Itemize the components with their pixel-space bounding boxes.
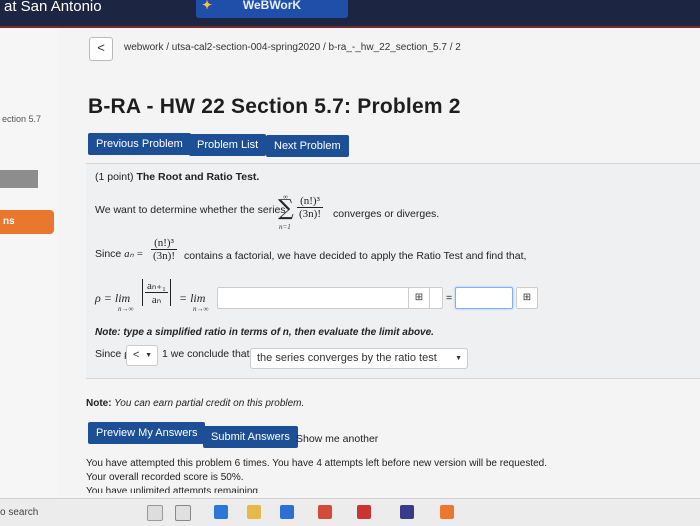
sigma-lower: n=1 bbox=[279, 223, 291, 231]
comparison-value: < bbox=[133, 349, 140, 361]
app-icon-2[interactable] bbox=[400, 505, 414, 519]
page-title: B-RA - HW 22 Section 5.7: Problem 2 bbox=[88, 95, 461, 118]
chevron-down-icon-2: ▼ bbox=[455, 355, 462, 362]
conclude-text: Since ρ bbox=[95, 348, 131, 360]
points-label: (1 point) bbox=[95, 171, 134, 183]
eq-lim: = lim bbox=[179, 291, 206, 305]
attempts-line-1: You have attempted this problem 6 times.… bbox=[86, 458, 548, 469]
series-denominator: (3n)! bbox=[299, 208, 321, 220]
left-sidebar: ection 5.7 ns bbox=[0, 28, 58, 498]
problem-heading: The Root and Ratio Test. bbox=[136, 171, 260, 183]
problem-box: (1 point) The Root and Ratio Test. We wa… bbox=[86, 163, 700, 379]
partial-note-text: You can earn partial credit on this prob… bbox=[114, 398, 305, 409]
equation-editor-icon[interactable]: ⊞ bbox=[408, 287, 430, 309]
partial-credit-note: Note: You can earn partial credit on thi… bbox=[86, 398, 304, 409]
conclude-mid-text: 1 we conclude that bbox=[162, 348, 250, 360]
equation-editor-icon-2[interactable]: ⊞ bbox=[516, 287, 538, 309]
lim-subscript-2: n→∞ bbox=[193, 305, 209, 313]
comparison-select[interactable]: < ▼ bbox=[126, 345, 158, 366]
university-name: at San Antonio bbox=[4, 0, 102, 15]
task-view-icon[interactable] bbox=[175, 505, 191, 521]
sidebar-item-gray[interactable] bbox=[0, 170, 38, 188]
series-numerator: (n!)³ bbox=[297, 195, 323, 208]
edge-icon[interactable] bbox=[214, 505, 228, 519]
simplify-note: Note: type a simplified ratio in terms o… bbox=[95, 327, 434, 338]
since-label: Since bbox=[95, 248, 122, 260]
equals-sign: = bbox=[446, 292, 453, 304]
ratio-denominator: aₙ bbox=[151, 294, 162, 306]
attempts-line-3: You have unlimited attempts remaining. bbox=[86, 486, 261, 493]
sidebar-item-active[interactable]: ns bbox=[0, 210, 54, 234]
show-me-another-button[interactable]: Show me another bbox=[296, 433, 378, 445]
back-button[interactable]: < bbox=[89, 37, 113, 61]
breadcrumb[interactable]: webwork / utsa-cal2-section-004-spring20… bbox=[124, 42, 461, 53]
since-text: Since aₙ = bbox=[95, 248, 143, 260]
conclusion-select[interactable]: the series converges by the ratio test ▼ bbox=[250, 348, 468, 369]
attempts-line-2: Your overall recorded score is 50%. bbox=[86, 472, 244, 483]
since-after-text: contains a factorial, we have decided to… bbox=[184, 250, 527, 262]
sidebar-section-label[interactable]: ection 5.7 bbox=[2, 114, 41, 124]
webwork-logo[interactable]: ✦ WeBWorK bbox=[196, 0, 348, 18]
an-fraction: (n!)³ (3n)! bbox=[151, 237, 177, 262]
preview-answers-button[interactable]: Preview My Answers bbox=[88, 422, 206, 444]
an-numerator: (n!)³ bbox=[151, 237, 177, 250]
an-denominator: (3n)! bbox=[153, 250, 175, 262]
problem-list-button[interactable]: Problem List bbox=[189, 134, 267, 156]
conclusion-value: the series converges by the ratio test bbox=[257, 352, 437, 364]
ratio-abs: aₙ₊₁ aₙ bbox=[142, 279, 171, 306]
ratio-numerator: aₙ₊₁ bbox=[145, 280, 168, 293]
lim-subscript: n→∞ bbox=[118, 305, 134, 313]
windows-taskbar: o search bbox=[0, 498, 700, 526]
top-header: at San Antonio ✦ WeBWorK bbox=[0, 0, 700, 26]
limit-input[interactable] bbox=[455, 287, 513, 309]
sigma-icon: ∑ bbox=[278, 196, 294, 221]
intro-text: We want to determine whether the series bbox=[95, 204, 286, 216]
logo-text: WeBWorK bbox=[242, 0, 302, 12]
previous-problem-button[interactable]: Previous Problem bbox=[88, 133, 191, 155]
header-divider bbox=[0, 26, 700, 28]
logo-mark-icon: ✦ bbox=[202, 0, 213, 12]
intro-after-text: converges or diverges. bbox=[333, 208, 440, 220]
store-icon[interactable] bbox=[280, 505, 294, 519]
app-icon-3[interactable] bbox=[440, 505, 454, 519]
file-explorer-icon[interactable] bbox=[247, 505, 261, 519]
problem-header: (1 point) The Root and Ratio Test. bbox=[95, 171, 259, 183]
submit-answers-button[interactable]: Submit Answers bbox=[203, 426, 298, 448]
taskbar-search[interactable]: o search bbox=[0, 507, 38, 518]
app-icon[interactable] bbox=[318, 505, 332, 519]
next-problem-button[interactable]: Next Problem bbox=[266, 135, 349, 157]
an-label: aₙ = bbox=[124, 249, 144, 260]
chevron-down-icon: ▼ bbox=[145, 352, 152, 359]
series-fraction: (n!)³ (3n)! bbox=[297, 195, 323, 220]
office-icon[interactable] bbox=[357, 505, 371, 519]
rho-lhs: ρ = lim bbox=[95, 291, 131, 305]
partial-note-label: Note: bbox=[86, 398, 112, 409]
microphone-icon[interactable] bbox=[147, 505, 163, 521]
